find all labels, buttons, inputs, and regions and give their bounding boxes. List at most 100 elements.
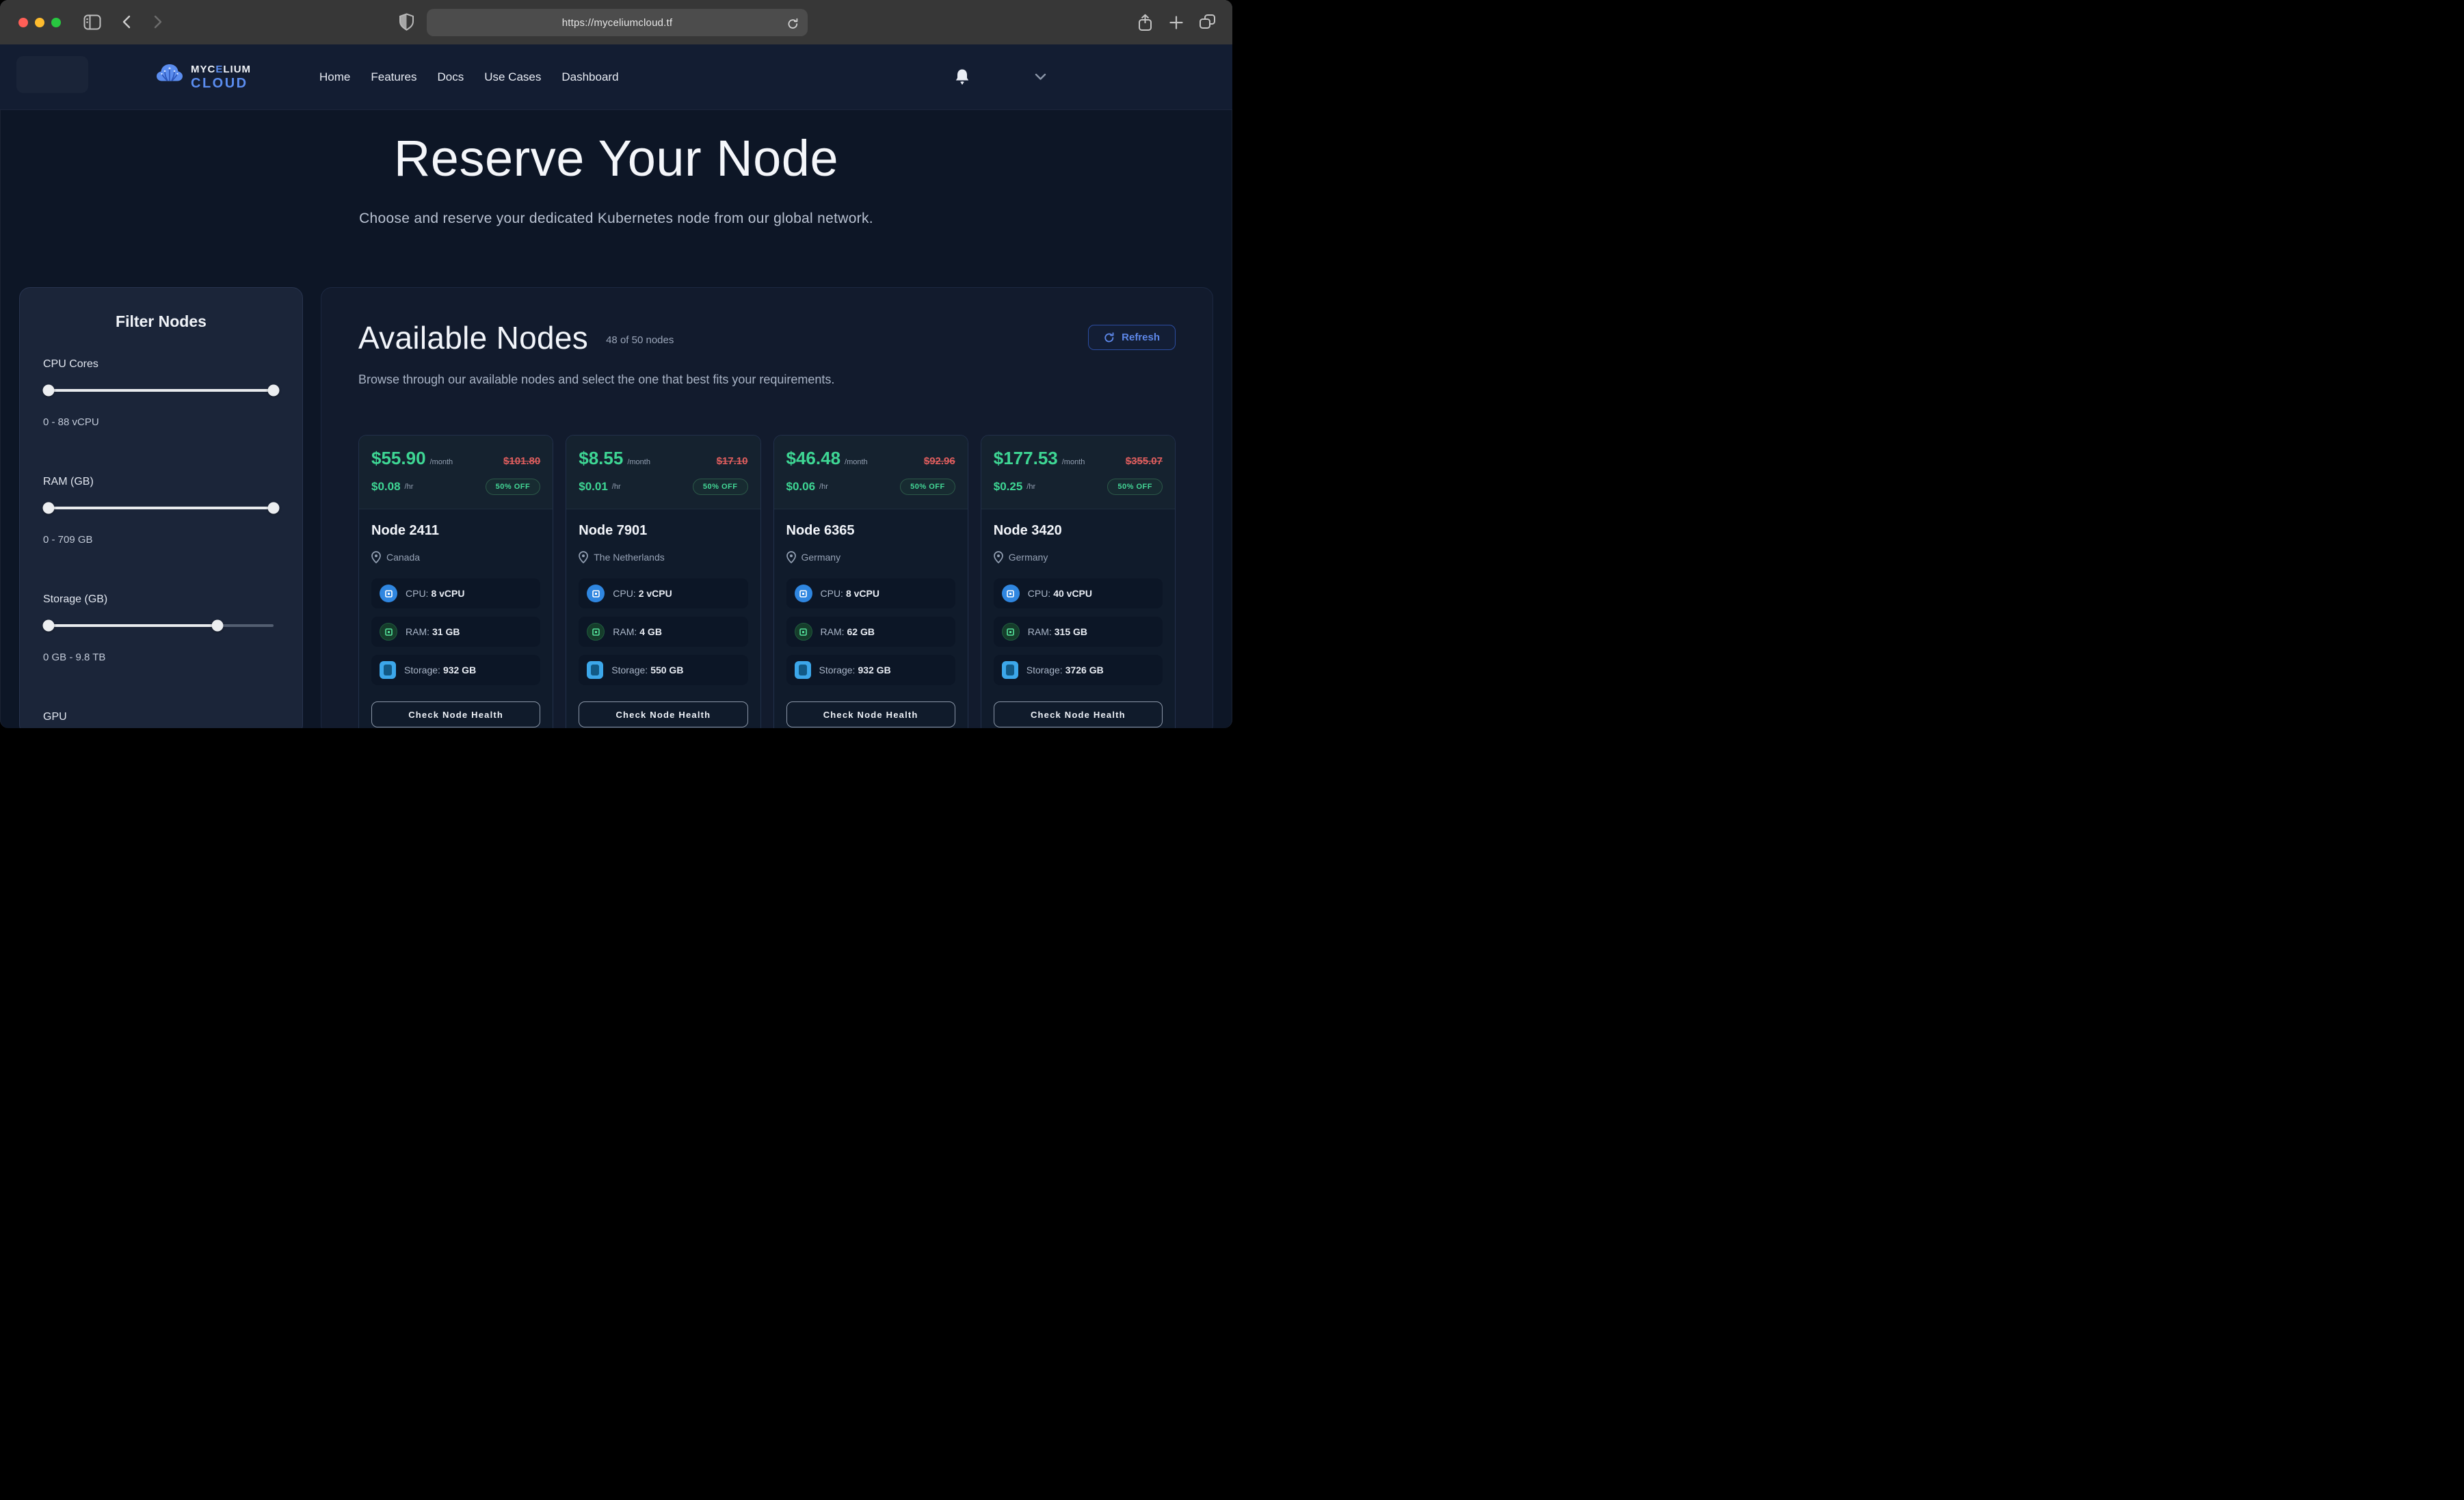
nav-link-features[interactable]: Features bbox=[371, 70, 416, 84]
cpu-spec-label: CPU: bbox=[613, 588, 635, 599]
hourly-unit: /hr bbox=[819, 483, 828, 491]
original-price: $92.96 bbox=[924, 455, 955, 467]
content: Filter Nodes CPU Cores 0 - 88 vCPU RAM (… bbox=[0, 287, 1232, 728]
slider-max-handle[interactable] bbox=[268, 503, 280, 514]
brand-logo[interactable]: MYCELIUM CLOUD bbox=[155, 63, 251, 91]
navbar-right bbox=[955, 68, 1046, 85]
available-nodes-title: Available Nodes bbox=[358, 319, 588, 356]
slider-track[interactable] bbox=[49, 507, 274, 509]
browser-chrome: https://myceliumcloud.tf bbox=[0, 0, 1232, 44]
slider-fill bbox=[49, 389, 274, 392]
monthly-price: $8.55 bbox=[579, 448, 623, 469]
slider-min-handle[interactable] bbox=[43, 503, 55, 514]
storage-spec-label: Storage: bbox=[819, 665, 856, 675]
node-card-body: Node 6365 Germany CPU:8 vCPU bbox=[774, 509, 968, 728]
close-window-button[interactable] bbox=[18, 18, 28, 27]
cpu-spec-value: 8 vCPU bbox=[846, 588, 879, 599]
node-cards-row: $55.90 /month $101.80 $0.08 /hr 50% OFF bbox=[358, 435, 1176, 728]
check-node-health-button[interactable]: Check Node Health bbox=[371, 701, 540, 727]
monthly-unit: /month bbox=[627, 458, 650, 466]
slider-max-handle[interactable] bbox=[268, 385, 280, 397]
discount-badge: 50% OFF bbox=[900, 479, 955, 495]
slider-max-handle[interactable] bbox=[211, 620, 223, 632]
filter-panel-title: Filter Nodes bbox=[43, 312, 279, 331]
check-node-health-button[interactable]: Check Node Health bbox=[579, 701, 747, 727]
page-subtitle: Choose and reserve your dedicated Kubern… bbox=[0, 211, 1232, 227]
check-node-health-button[interactable]: Check Node Health bbox=[786, 701, 955, 727]
ram-spec-value: 31 GB bbox=[432, 626, 460, 637]
account-chevron-down-icon[interactable] bbox=[1035, 73, 1046, 81]
cpu-spec-row: CPU:8 vCPU bbox=[786, 578, 955, 608]
sidebar-toggle-icon[interactable] bbox=[83, 14, 101, 30]
storage-range-slider[interactable] bbox=[43, 619, 279, 631]
nav-link-docs[interactable]: Docs bbox=[437, 70, 464, 84]
storage-spec-row: Storage:3726 GB bbox=[994, 655, 1163, 685]
notifications-bell-icon[interactable] bbox=[955, 68, 970, 85]
ram-range-slider[interactable] bbox=[43, 502, 279, 513]
refresh-button[interactable]: Refresh bbox=[1088, 325, 1176, 350]
screen: https://myceliumcloud.tf bbox=[0, 0, 1232, 750]
storage-spec-label: Storage: bbox=[1026, 665, 1063, 675]
filter-group-ram: RAM (GB) 0 - 709 GB bbox=[43, 476, 279, 546]
tab-overview-icon[interactable] bbox=[1199, 14, 1216, 30]
node-card-pricing: $8.55 /month $17.10 $0.01 /hr 50% OFF bbox=[566, 436, 760, 509]
storage-icon bbox=[795, 661, 811, 679]
discount-badge: 50% OFF bbox=[693, 479, 748, 495]
cpu-cores-range-text: 0 - 88 vCPU bbox=[43, 416, 279, 428]
back-icon[interactable] bbox=[120, 14, 134, 29]
minimize-window-button[interactable] bbox=[35, 18, 44, 27]
new-tab-icon[interactable] bbox=[1169, 15, 1184, 30]
node-location-text: Germany bbox=[802, 552, 841, 563]
mycelium-logo-icon bbox=[155, 63, 184, 91]
storage-spec-value: 3726 GB bbox=[1065, 665, 1104, 675]
cpu-icon bbox=[795, 585, 812, 602]
storage-spec-value: 932 GB bbox=[443, 665, 476, 675]
refresh-button-label: Refresh bbox=[1122, 332, 1160, 343]
brand-name-bottom: CLOUD bbox=[191, 77, 251, 90]
share-icon[interactable] bbox=[1137, 14, 1153, 31]
nav-link-use-cases[interactable]: Use Cases bbox=[484, 70, 541, 84]
reload-page-icon[interactable] bbox=[787, 15, 799, 34]
page-title: Reserve Your Node bbox=[0, 129, 1232, 187]
original-price: $355.07 bbox=[1126, 455, 1163, 467]
check-node-health-button[interactable]: Check Node Health bbox=[994, 701, 1163, 727]
filter-group-storage: Storage (GB) 0 GB - 9.8 TB bbox=[43, 593, 279, 663]
cpu-cores-range-slider[interactable] bbox=[43, 384, 279, 396]
forward-icon[interactable] bbox=[150, 14, 164, 29]
ram-icon bbox=[795, 623, 812, 641]
cpu-icon bbox=[1002, 585, 1020, 602]
nav-link-home[interactable]: Home bbox=[319, 70, 350, 84]
hourly-unit: /hr bbox=[612, 483, 621, 491]
privacy-shield-icon[interactable] bbox=[399, 13, 414, 31]
hourly-unit: /hr bbox=[405, 483, 414, 491]
brand-name-top: MYCELIUM bbox=[191, 64, 251, 75]
cpu-spec-value: 40 vCPU bbox=[1053, 588, 1092, 599]
slider-track[interactable] bbox=[49, 389, 274, 392]
cpu-icon bbox=[587, 585, 605, 602]
ram-spec-row: RAM:315 GB bbox=[994, 617, 1163, 647]
hourly-price: $0.08 bbox=[371, 480, 401, 494]
node-location: Germany bbox=[994, 551, 1163, 563]
node-card: $8.55 /month $17.10 $0.01 /hr 50% OFF bbox=[566, 435, 760, 728]
zoom-window-button[interactable] bbox=[51, 18, 61, 27]
cpu-spec-label: CPU: bbox=[821, 588, 843, 599]
storage-range-text: 0 GB - 9.8 TB bbox=[43, 652, 279, 663]
ram-spec-label: RAM: bbox=[1028, 626, 1052, 637]
filter-group-gpu: GPU bbox=[43, 711, 279, 728]
ram-range-text: 0 - 709 GB bbox=[43, 534, 279, 546]
url-bar[interactable]: https://myceliumcloud.tf bbox=[427, 9, 808, 36]
slider-min-handle[interactable] bbox=[43, 385, 55, 397]
location-pin-icon bbox=[579, 551, 588, 563]
storage-icon bbox=[1002, 661, 1018, 679]
cpu-spec-row: CPU: 2 vCPU bbox=[579, 578, 747, 608]
cpu-spec-value: 2 vCPU bbox=[639, 588, 672, 599]
storage-spec-label: Storage: bbox=[404, 665, 440, 675]
slider-min-handle[interactable] bbox=[43, 620, 55, 632]
nav-link-dashboard[interactable]: Dashboard bbox=[561, 70, 618, 84]
original-price: $101.80 bbox=[503, 455, 540, 467]
hourly-unit: /hr bbox=[1026, 483, 1035, 491]
monthly-price: $46.48 bbox=[786, 448, 841, 469]
node-name: Node 2411 bbox=[371, 523, 540, 539]
slider-track[interactable] bbox=[49, 624, 274, 627]
location-pin-icon bbox=[786, 551, 796, 563]
